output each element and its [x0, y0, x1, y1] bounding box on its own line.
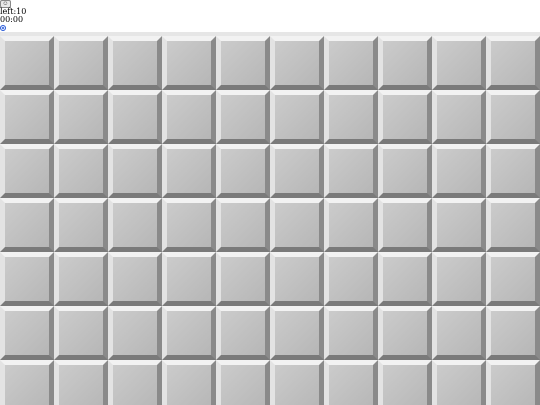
covered-cell[interactable]	[216, 144, 270, 198]
timer-display: 00:00	[0, 15, 24, 24]
covered-cell[interactable]	[0, 36, 54, 90]
covered-cell[interactable]	[486, 306, 540, 360]
covered-cell[interactable]	[54, 198, 108, 252]
covered-cell[interactable]	[324, 144, 378, 198]
covered-cell[interactable]	[108, 306, 162, 360]
covered-cell[interactable]	[108, 36, 162, 90]
covered-cell[interactable]	[0, 252, 54, 306]
covered-cell[interactable]	[216, 90, 270, 144]
covered-cell[interactable]	[54, 90, 108, 144]
settings-icon[interactable]	[0, 25, 6, 31]
covered-cell[interactable]	[270, 198, 324, 252]
covered-cell[interactable]	[162, 144, 216, 198]
covered-cell[interactable]	[0, 90, 54, 144]
covered-cell[interactable]	[270, 90, 324, 144]
covered-cell[interactable]	[0, 306, 54, 360]
covered-cell[interactable]	[432, 306, 486, 360]
covered-cell[interactable]	[324, 306, 378, 360]
covered-cell[interactable]	[378, 198, 432, 252]
covered-cell[interactable]	[108, 252, 162, 306]
covered-cell[interactable]	[324, 198, 378, 252]
covered-cell[interactable]	[324, 252, 378, 306]
covered-cell[interactable]	[324, 36, 378, 90]
covered-cell[interactable]	[378, 252, 432, 306]
covered-cell[interactable]	[54, 36, 108, 90]
covered-cell[interactable]	[162, 36, 216, 90]
covered-cell[interactable]	[108, 90, 162, 144]
covered-cell[interactable]	[270, 306, 324, 360]
covered-cell[interactable]	[378, 90, 432, 144]
covered-cell[interactable]	[378, 36, 432, 90]
covered-cell[interactable]	[108, 144, 162, 198]
covered-cell[interactable]	[54, 144, 108, 198]
covered-cell[interactable]	[432, 198, 486, 252]
covered-cell[interactable]	[486, 144, 540, 198]
covered-cell[interactable]	[378, 144, 432, 198]
covered-cell[interactable]	[486, 360, 540, 405]
covered-cell[interactable]	[108, 198, 162, 252]
covered-cell[interactable]	[216, 306, 270, 360]
covered-cell[interactable]	[0, 360, 54, 405]
covered-cell[interactable]	[432, 252, 486, 306]
covered-cell[interactable]	[270, 252, 324, 306]
covered-cell[interactable]	[324, 90, 378, 144]
covered-cell[interactable]	[0, 198, 54, 252]
covered-cell[interactable]	[432, 360, 486, 405]
covered-cell[interactable]	[162, 360, 216, 405]
covered-cell[interactable]	[216, 36, 270, 90]
covered-cell[interactable]	[486, 198, 540, 252]
minefield-grid	[0, 32, 540, 405]
covered-cell[interactable]	[162, 198, 216, 252]
covered-cell[interactable]	[270, 36, 324, 90]
covered-cell[interactable]	[432, 36, 486, 90]
game-hud: ☺ left:10 00:00	[0, 0, 540, 33]
covered-cell[interactable]	[324, 360, 378, 405]
covered-cell[interactable]	[486, 252, 540, 306]
covered-cell[interactable]	[54, 360, 108, 405]
covered-cell[interactable]	[216, 198, 270, 252]
covered-cell[interactable]	[0, 144, 54, 198]
covered-cell[interactable]	[378, 360, 432, 405]
covered-cell[interactable]	[162, 306, 216, 360]
covered-cell[interactable]	[486, 90, 540, 144]
covered-cell[interactable]	[486, 36, 540, 90]
covered-cell[interactable]	[378, 306, 432, 360]
covered-cell[interactable]	[216, 360, 270, 405]
covered-cell[interactable]	[54, 252, 108, 306]
covered-cell[interactable]	[216, 252, 270, 306]
covered-cell[interactable]	[162, 252, 216, 306]
covered-cell[interactable]	[270, 144, 324, 198]
covered-cell[interactable]	[108, 360, 162, 405]
covered-cell[interactable]	[162, 90, 216, 144]
covered-cell[interactable]	[432, 144, 486, 198]
covered-cell[interactable]	[54, 306, 108, 360]
covered-cell[interactable]	[432, 90, 486, 144]
covered-cell[interactable]	[270, 360, 324, 405]
